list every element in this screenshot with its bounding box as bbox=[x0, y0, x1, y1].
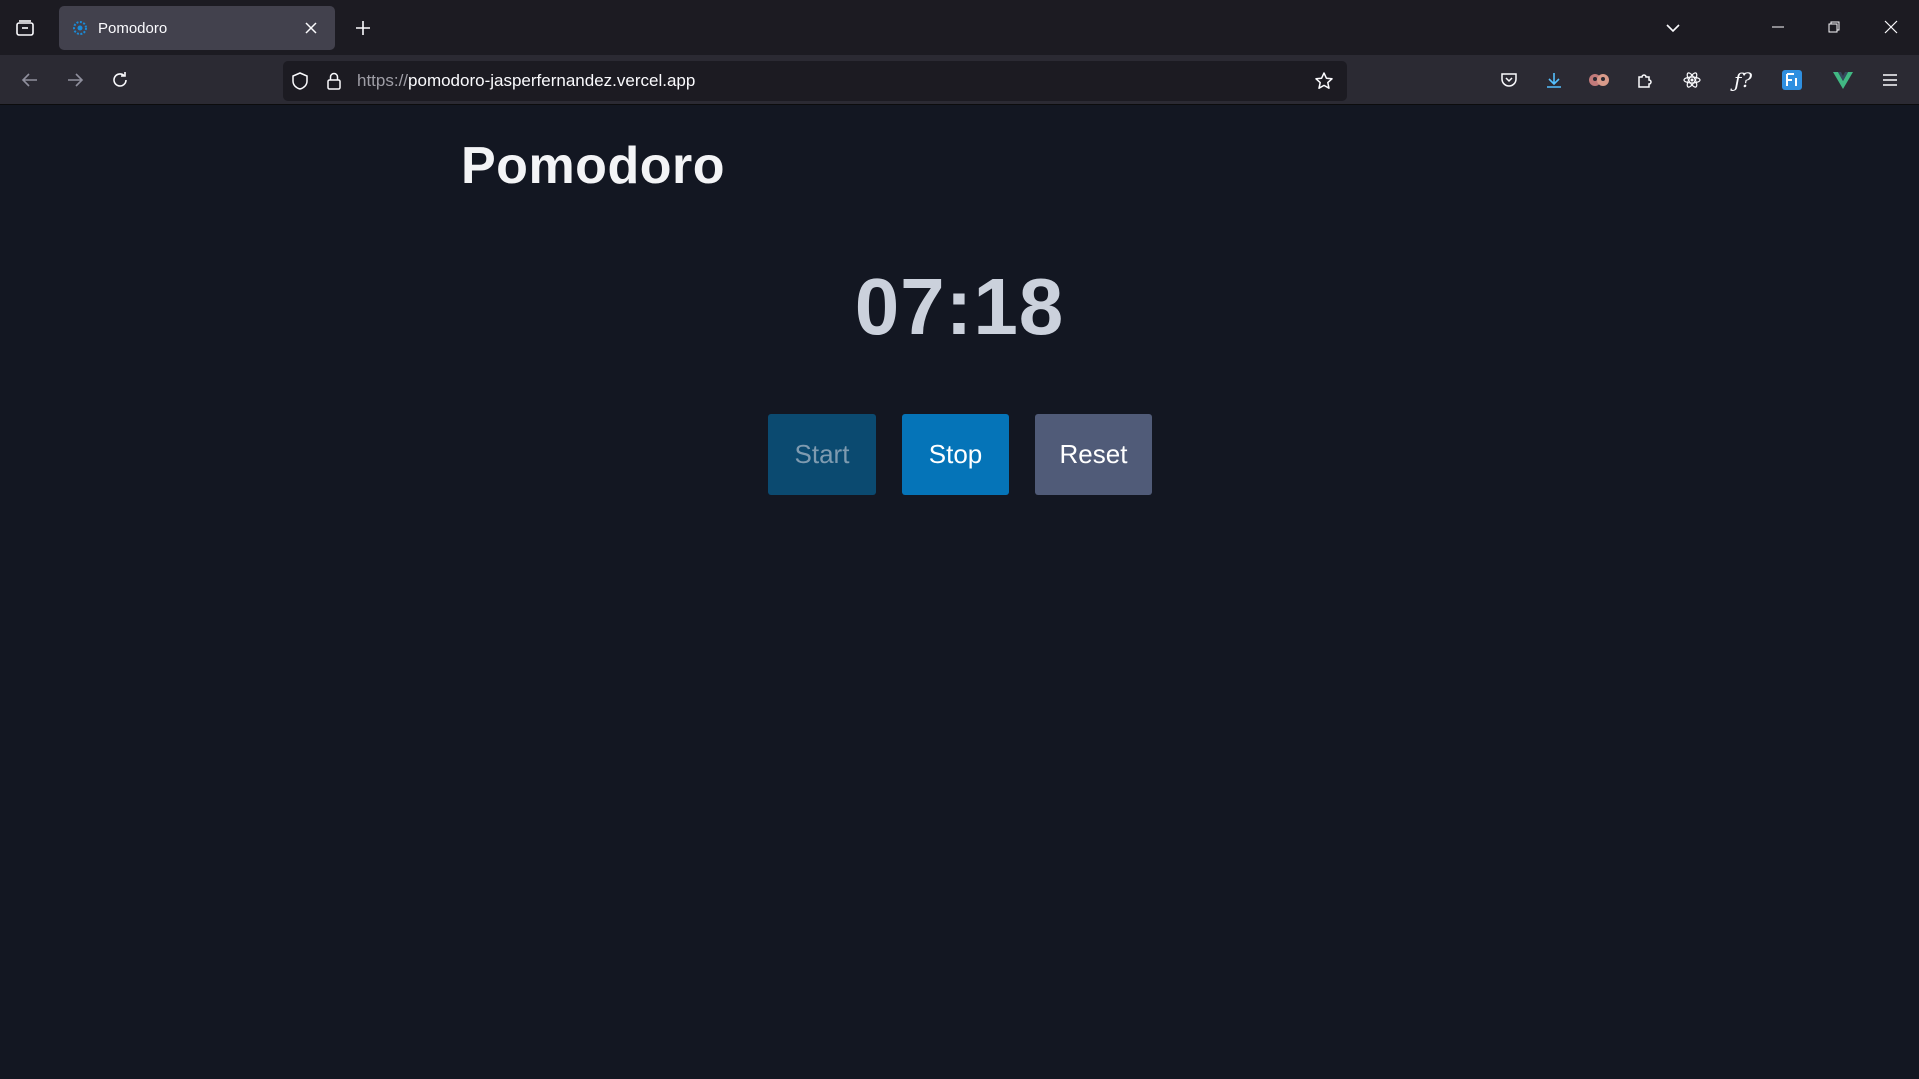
url-scheme: https:// bbox=[357, 71, 409, 90]
url-host: pomodoro-jasperfernandez.vercel.app bbox=[408, 71, 696, 90]
tab-strip: Pomodoro bbox=[0, 0, 1919, 55]
star-icon[interactable] bbox=[1307, 64, 1341, 98]
fi-extension-icon[interactable] bbox=[1775, 63, 1809, 97]
react-devtools-icon[interactable] bbox=[1675, 63, 1709, 97]
chevron-down-icon[interactable] bbox=[1657, 12, 1689, 44]
browser-tab[interactable]: Pomodoro bbox=[59, 6, 335, 50]
puzzle-icon[interactable] bbox=[1628, 63, 1662, 97]
lock-icon[interactable] bbox=[317, 64, 351, 98]
url-text[interactable]: https://pomodoro-jasperfernandez.vercel.… bbox=[357, 71, 1307, 91]
close-tab-icon[interactable] bbox=[299, 16, 323, 40]
close-window-icon[interactable] bbox=[1871, 10, 1911, 44]
back-arrow-icon[interactable] bbox=[13, 63, 47, 97]
shield-icon[interactable] bbox=[283, 64, 317, 98]
download-icon[interactable] bbox=[1537, 63, 1571, 97]
reload-icon[interactable] bbox=[103, 63, 137, 97]
extension-avatar-icon[interactable] bbox=[1582, 63, 1616, 97]
restore-icon[interactable] bbox=[1814, 10, 1854, 44]
font-finder-icon[interactable]: ƒ? bbox=[1726, 63, 1760, 97]
page-content: Pomodoro 07:18 Start Stop Reset bbox=[0, 106, 1919, 1079]
timer-display: 07:18 bbox=[854, 262, 1065, 351]
pocket-icon[interactable] bbox=[1492, 63, 1526, 97]
menu-icon[interactable] bbox=[1873, 63, 1907, 97]
forward-arrow-icon[interactable] bbox=[58, 63, 92, 97]
minimize-icon[interactable] bbox=[1758, 10, 1798, 44]
reset-button[interactable]: Reset bbox=[1035, 414, 1152, 495]
vue-devtools-icon[interactable] bbox=[1826, 63, 1860, 97]
navigation-toolbar: https://pomodoro-jasperfernandez.vercel.… bbox=[0, 55, 1919, 105]
gear-icon bbox=[71, 19, 89, 37]
new-tab-icon[interactable] bbox=[347, 12, 379, 44]
start-button[interactable]: Start bbox=[768, 414, 876, 495]
stop-button[interactable]: Stop bbox=[902, 414, 1009, 495]
page-title: Pomodoro bbox=[461, 137, 725, 195]
timer-controls: Start Stop Reset bbox=[768, 414, 1152, 495]
tab-title: Pomodoro bbox=[98, 19, 168, 37]
tab-list-icon[interactable] bbox=[8, 12, 42, 44]
address-bar[interactable]: https://pomodoro-jasperfernandez.vercel.… bbox=[283, 61, 1347, 101]
